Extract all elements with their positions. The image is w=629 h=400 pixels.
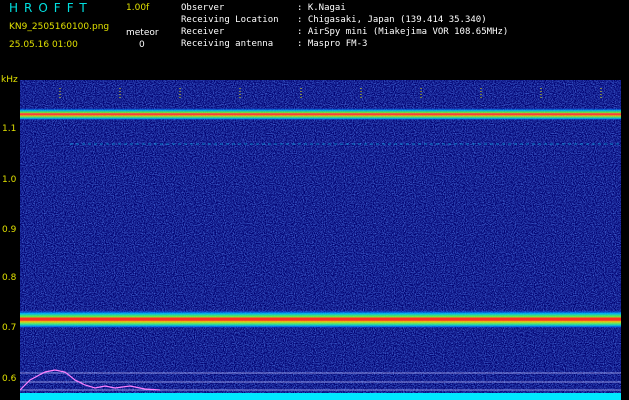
y-tick-label: 0.9	[2, 225, 17, 235]
y-tick-label: 0.8	[2, 273, 17, 283]
y-tick-label: 0.7	[2, 323, 17, 333]
spectrogram-plot	[20, 80, 621, 400]
receiver-label: Receiver	[181, 27, 225, 37]
observer-label: Observer	[181, 3, 225, 13]
app-title: HROFFT	[9, 1, 93, 15]
header-panel: HROFFT 1.00f KN9_2505160100.png meteor 2…	[0, 0, 629, 78]
y-tick-label: 0.6	[2, 374, 17, 384]
meteor-count: 0	[139, 40, 145, 50]
y-tick-label: 1.1	[2, 124, 17, 134]
observation-datetime: 25.05.16 01:00	[9, 40, 78, 50]
receiver-value: : AirSpy mini (Miakejima VOR 108.65MHz)	[297, 27, 509, 37]
y-tick-label: 1.0	[2, 175, 17, 185]
antenna-label: Receiving antenna	[181, 39, 274, 49]
bottom-level-bar	[20, 393, 621, 400]
y-axis-unit: kHz	[1, 75, 18, 85]
file-name: KN9_2505160100.png	[9, 22, 110, 32]
observer-value: : K.Nagai	[297, 3, 346, 13]
location-label: Receiving Location	[181, 15, 279, 25]
meteor-label: meteor	[126, 28, 159, 38]
version-label: 1.00f	[126, 3, 150, 13]
antenna-value: : Maspro FM-3	[297, 39, 368, 49]
noise-floor	[20, 80, 621, 400]
location-value: : Chigasaki, Japan (139.414 35.340)	[297, 15, 487, 25]
